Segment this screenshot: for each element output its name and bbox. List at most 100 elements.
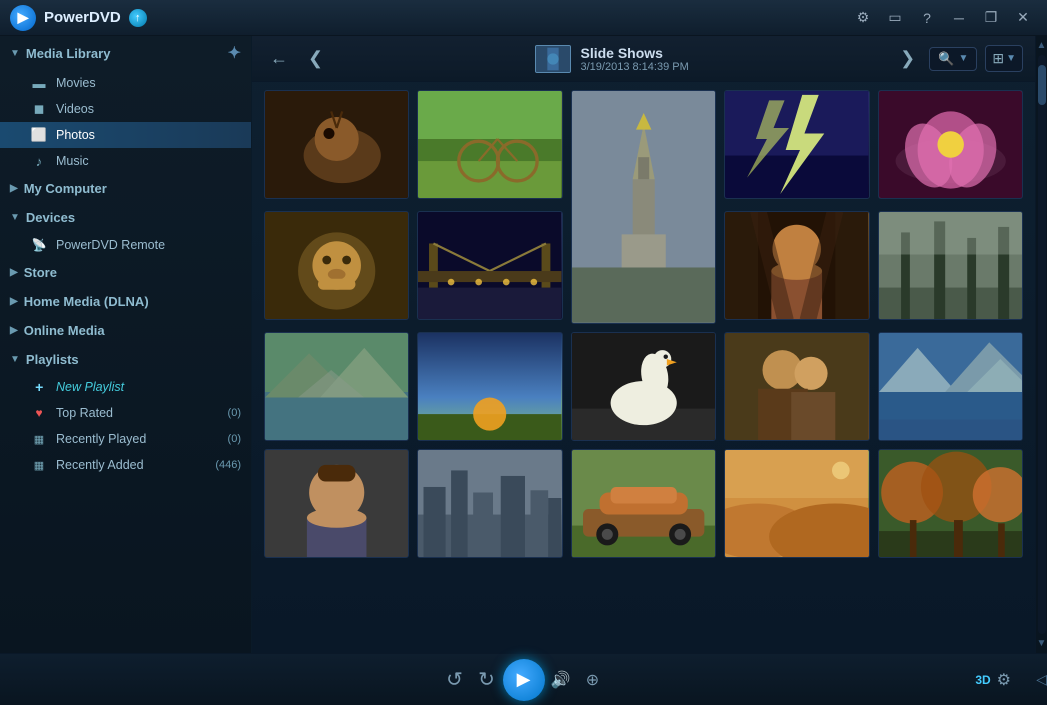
update-badge[interactable]: ↑: [129, 9, 147, 27]
recently-played-label: Recently Played: [56, 432, 146, 446]
photo-cell[interactable]: [724, 332, 869, 441]
view-toggle[interactable]: ⊞ ▼: [985, 45, 1023, 72]
photo-svg: [725, 450, 868, 557]
zoom-button[interactable]: ⊕: [577, 664, 609, 696]
sidebar-item-recently-played[interactable]: ▦ Recently Played (0): [0, 426, 251, 452]
sidebar-section-playlists[interactable]: ▼ Playlists: [0, 345, 251, 374]
sidebar-item-new-playlist[interactable]: + New Playlist: [0, 374, 251, 400]
photo-svg: [265, 450, 408, 557]
photo-inner: [265, 212, 408, 319]
sidebar-item-top-rated[interactable]: ♥ Top Rated (0): [0, 400, 251, 426]
photo-cell[interactable]: [571, 449, 716, 558]
prev-button[interactable]: ❮: [302, 44, 329, 73]
playlists-label: Playlists: [26, 352, 79, 367]
new-playlist-label: New Playlist: [56, 380, 124, 394]
photo-cell[interactable]: [878, 90, 1023, 199]
recently-played-icon: ▦: [30, 432, 48, 446]
photo-cell[interactable]: [264, 90, 409, 199]
photo-cell[interactable]: [417, 449, 562, 558]
scroll-thumb[interactable]: [1038, 65, 1046, 105]
fast-forward-button[interactable]: ↻: [471, 664, 503, 696]
search-box[interactable]: 🔍 ▼: [929, 47, 977, 71]
photo-cell[interactable]: [264, 211, 409, 320]
sidebar-section-devices[interactable]: ▼ Devices: [0, 203, 251, 232]
content-toolbar: ← ❮ Slide Shows 3/19/2013 8:14:39 PM: [252, 36, 1035, 82]
photo-inner: [572, 450, 715, 557]
photo-cell[interactable]: [878, 449, 1023, 558]
photo-cell[interactable]: [878, 332, 1023, 441]
scroll-up-button[interactable]: ▲: [1037, 40, 1047, 51]
sidebar-item-powerdvd-remote[interactable]: 📡 PowerDVD Remote: [0, 232, 251, 258]
photo-inner: [725, 212, 868, 319]
top-rated-badge: (0): [228, 407, 241, 419]
photo-grid: [264, 90, 1023, 558]
help-button[interactable]: ?: [913, 4, 941, 32]
photo-svg: [418, 450, 561, 557]
photo-cell[interactable]: [571, 332, 716, 441]
photo-cell[interactable]: [724, 211, 869, 320]
volume-button[interactable]: 🔊: [545, 664, 577, 696]
photo-inner: [879, 212, 1022, 319]
app-logo: ▶: [10, 5, 36, 31]
chevron-down-icon-devices: ▼: [10, 212, 20, 223]
main-layout: ▼ Media Library ✦ ▬ Movies ◼ Videos ⬜ Ph…: [0, 36, 1047, 653]
sidebar-item-recently-added[interactable]: ▦ Recently Added (446): [0, 452, 251, 478]
plus-icon: +: [30, 380, 48, 394]
search-dropdown-arrow[interactable]: ▼: [958, 53, 968, 64]
photo-svg: [572, 333, 715, 440]
sidebar-section-online-media[interactable]: ▶ Online Media: [0, 316, 251, 345]
photo-cell[interactable]: [878, 211, 1023, 320]
pip-controls: ◁: [1036, 667, 1047, 693]
photo-svg: [725, 333, 868, 440]
photo-cell[interactable]: [264, 449, 409, 558]
sidebar-section-my-computer[interactable]: ▶ My Computer: [0, 174, 251, 203]
next-button[interactable]: ❯: [894, 44, 921, 73]
photo-cell[interactable]: [417, 90, 562, 199]
photo-inner: [725, 91, 868, 198]
sidebar-item-movies[interactable]: ▬ Movies: [0, 70, 251, 96]
photo-svg: [572, 91, 715, 323]
play-button[interactable]: ▶: [503, 659, 545, 701]
photo-svg: [265, 91, 408, 198]
photo-inner: [418, 91, 561, 198]
display-button[interactable]: ▭: [881, 4, 909, 32]
threed-button[interactable]: 3D: [975, 673, 990, 687]
recently-added-icon: ▦: [30, 458, 48, 472]
settings-titlebar-button[interactable]: ⚙: [849, 4, 877, 32]
photo-cell[interactable]: [264, 332, 409, 441]
chevron-right-icon-home: ▶: [10, 296, 18, 307]
photo-inner: [725, 333, 868, 440]
photo-cell[interactable]: [724, 449, 869, 558]
chevron-down-icon-playlists: ▼: [10, 354, 20, 365]
slideshow-title: Slide Shows: [581, 45, 689, 61]
sidebar-item-photos[interactable]: ⬜ Photos: [0, 122, 251, 148]
photo-cell[interactable]: [417, 332, 562, 441]
photo-cell[interactable]: [417, 211, 562, 320]
slideshow-info: Slide Shows 3/19/2013 8:14:39 PM: [337, 45, 886, 73]
sidebar-item-music[interactable]: ♪ Music: [0, 148, 251, 174]
view-dropdown-arrow: ▼: [1006, 53, 1016, 64]
player-settings-button[interactable]: ⚙: [997, 670, 1011, 690]
photo-inner: [418, 450, 561, 557]
sidebar-item-videos[interactable]: ◼ Videos: [0, 96, 251, 122]
pip-left-button[interactable]: ◁: [1036, 671, 1047, 688]
chevron-right-icon-online: ▶: [10, 325, 18, 336]
rewind-button[interactable]: ↺: [439, 664, 471, 696]
close-button[interactable]: ✕: [1009, 4, 1037, 32]
photo-cell[interactable]: [724, 90, 869, 199]
photo-cell[interactable]: [571, 90, 716, 324]
photo-inner: [725, 450, 868, 557]
scroll-track[interactable]: [1038, 55, 1046, 634]
sidebar-section-home-media[interactable]: ▶ Home Media (DLNA): [0, 287, 251, 316]
minimize-button[interactable]: ─: [945, 4, 973, 32]
scrollbar[interactable]: ▲ ▼: [1035, 36, 1047, 653]
sidebar-section-media-library[interactable]: ▼ Media Library ✦: [0, 36, 251, 70]
scroll-down-button[interactable]: ▼: [1037, 638, 1047, 649]
photo-inner: [418, 333, 561, 440]
maximize-button[interactable]: ❐: [977, 4, 1005, 32]
photo-svg: [725, 91, 868, 198]
sidebar-section-store[interactable]: ▶ Store: [0, 258, 251, 287]
back-button[interactable]: ←: [264, 44, 294, 73]
photo-svg: [879, 333, 1022, 440]
online-media-label: Online Media: [24, 323, 105, 338]
